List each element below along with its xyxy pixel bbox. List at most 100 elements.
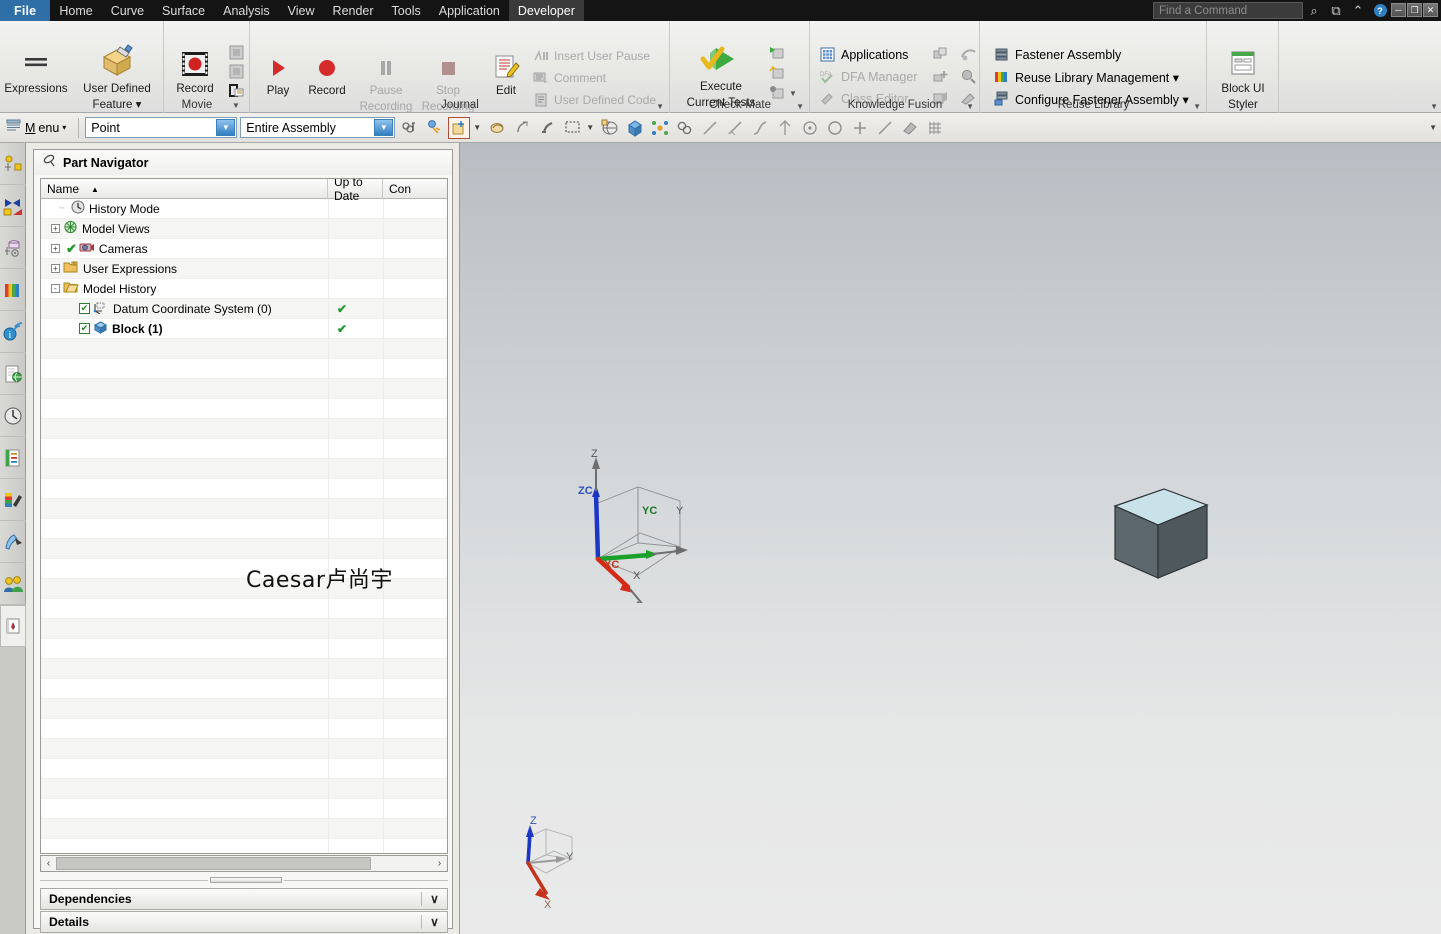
table-row-empty[interactable] [41,478,447,499]
table-row-empty[interactable] [41,818,447,839]
reuse-library-group-expand-caret[interactable]: ▼ [1193,102,1201,111]
movie-frame-icon[interactable] [226,43,246,62]
table-row[interactable]: ✔ Block (1) ✔ [41,318,447,339]
rectangle-select-icon[interactable] [561,117,583,139]
table-row-empty[interactable] [41,598,447,619]
tree-expander[interactable]: + [51,224,60,233]
sidebar-item-history[interactable] [0,395,26,437]
edit-journal-button[interactable]: Edit [480,43,532,97]
table-row-empty[interactable] [41,518,447,539]
search-icon[interactable]: ⌕ [1303,0,1325,21]
table-row[interactable]: ✔ Datum Coordinate System (0) ✔ [41,298,447,319]
add-point-icon[interactable] [448,116,471,139]
column-header-con[interactable]: Con [383,179,447,199]
select-general-icon[interactable] [486,117,508,139]
view-orientation-triad[interactable]: Z Y X [500,815,590,918]
sidebar-item-help-information[interactable]: i [0,311,26,353]
grid-icon[interactable] [924,117,946,139]
reuse-library-management-item[interactable]: Reuse Library Management ▾ [994,68,1179,86]
sidebar-item-render-palette[interactable] [0,479,26,521]
select-feature-icon[interactable] [423,117,445,139]
panel-dependencies[interactable]: Dependencies ∨ [40,888,448,910]
fastener-assembly-item[interactable]: Fastener Assembly [994,46,1121,64]
panel-splitter[interactable] [40,876,448,884]
table-row-empty[interactable] [41,338,447,359]
table-row-empty[interactable] [41,778,447,799]
block-solid[interactable] [1100,463,1220,586]
horizontal-scrollbar[interactable]: ‹ › [40,855,448,872]
kf-inspect-icon[interactable] [954,65,982,87]
table-row-empty[interactable] [41,398,447,419]
table-row-empty[interactable] [41,458,447,479]
spline-icon[interactable] [749,117,771,139]
journal-group-expand-caret[interactable]: ▼ [656,102,664,111]
datum-coordinate-system[interactable]: ZC YC XC Z Y X [578,443,720,613]
menu-tab-application[interactable]: Application [430,0,509,21]
check-mate-icons-caret[interactable]: ▼ [789,89,797,98]
table-row[interactable]: + ✔ Cameras [41,238,447,259]
menu-tab-developer[interactable]: Developer [508,0,584,21]
table-row[interactable]: + User Expressions [41,258,447,279]
movie-record-button[interactable]: Record [164,41,226,95]
table-row-empty[interactable] [41,838,447,853]
table-row-empty[interactable] [41,358,447,379]
command-bar-overflow-caret[interactable]: ▼ [1429,123,1441,132]
sidebar-item-assembly-navigator[interactable] [0,143,26,185]
knowledge-fusion-group-expand-caret[interactable]: ▼ [966,102,974,111]
menu-tab-view[interactable]: View [279,0,324,21]
ribbon-collapse-caret[interactable]: ▼ [1430,102,1438,111]
snap-point-icon[interactable] [398,117,420,139]
block-ui-styler-button[interactable]: Block UI Styler [1207,41,1279,111]
chevron-up-icon[interactable]: ⌃ [1347,0,1369,21]
table-row-empty[interactable] [41,418,447,439]
menu-tab-home[interactable]: Home [50,0,101,21]
fullscreen-icon[interactable]: ⧉ [1325,0,1347,21]
menu-tab-analysis[interactable]: Analysis [214,0,279,21]
scroll-right-arrow-icon[interactable]: › [432,858,447,869]
sketch-icon[interactable] [899,117,921,139]
graphics-viewport[interactable]: ZC YC XC Z Y X Z Y X [460,143,1441,934]
table-row-empty[interactable] [41,378,447,399]
table-row-empty[interactable] [41,498,447,519]
kf-browse-icon[interactable] [954,43,982,65]
row-checkbox[interactable]: ✔ [79,303,90,314]
panel-details[interactable]: Details ∨ [40,911,448,933]
table-row-empty[interactable] [41,618,447,639]
axis-icon[interactable] [774,117,796,139]
table-row-empty[interactable] [41,798,447,819]
chevron-down-icon[interactable]: ∨ [421,915,447,929]
table-row[interactable]: ┄ History Mode [41,198,447,219]
select-caret[interactable]: ▼ [586,123,596,132]
splitter-grip[interactable] [210,877,282,883]
select-face-icon[interactable] [511,117,533,139]
chevron-down-icon[interactable]: ∨ [421,892,447,906]
table-row-empty[interactable] [41,738,447,759]
line-icon[interactable] [699,117,721,139]
check-mate-setup-icon[interactable] [766,63,788,83]
menu-tab-render[interactable]: Render [324,0,383,21]
movie-frame-icon[interactable] [226,62,246,81]
table-row-empty[interactable] [41,638,447,659]
sidebar-item-system-scene[interactable] [0,521,26,563]
tree-expander[interactable]: + [51,264,60,273]
sidebar-item-part-navigator[interactable] [0,227,26,269]
column-header-name[interactable]: Name ▲ [41,179,328,199]
movie-clip-icon[interactable] [226,81,246,100]
menu-tab-tools[interactable]: Tools [383,0,430,21]
column-header-up-to-date[interactable]: Up to Date [328,179,383,203]
datum-line-icon[interactable] [874,117,896,139]
expressions-button[interactable]: Expressions [0,41,72,95]
kf-edit-icon[interactable] [926,43,954,65]
play-button[interactable]: Play [250,43,306,97]
plus-icon[interactable] [849,117,871,139]
table-row[interactable]: - Model History [41,278,447,299]
chevron-down-icon[interactable]: ▼ [374,119,394,136]
dropdown-caret[interactable]: ▼ [473,123,483,132]
circle-icon[interactable] [824,117,846,139]
table-row-empty[interactable] [41,758,447,779]
selection-filter-combo[interactable]: Point ▼ [85,117,238,138]
help-icon[interactable]: ? [1369,0,1391,21]
tree-expander[interactable]: + [51,244,60,253]
view-section-icon[interactable] [674,117,696,139]
find-command-input[interactable]: Find a Command [1153,2,1303,19]
